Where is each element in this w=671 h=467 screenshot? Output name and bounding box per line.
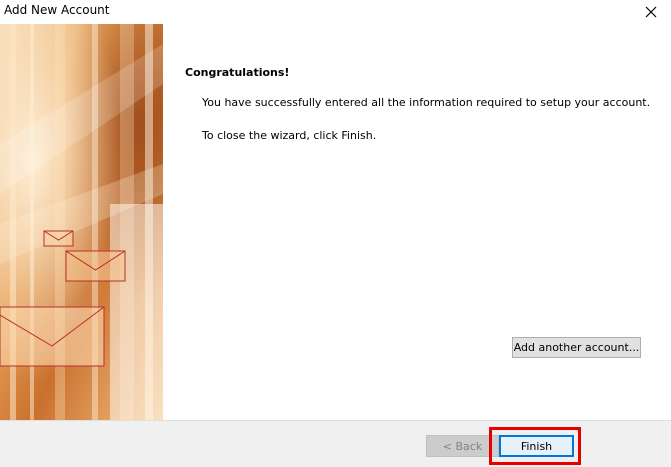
wizard-banner-image xyxy=(0,24,163,420)
add-another-account-button[interactable]: Add another account... xyxy=(512,337,641,358)
close-icon xyxy=(645,6,657,18)
close-instruction: To close the wizard, click Finish. xyxy=(202,129,377,142)
success-message: You have successfully entered all the in… xyxy=(202,96,651,109)
title-bar: Add New Account xyxy=(0,0,671,24)
close-button[interactable] xyxy=(641,2,661,22)
mail-envelopes-banner xyxy=(0,24,163,420)
window-title: Add New Account xyxy=(4,3,110,17)
wizard-content: Congratulations! You have successfully e… xyxy=(163,24,671,420)
wizard-footer: < Back Finish xyxy=(0,420,671,467)
finish-button[interactable]: Finish xyxy=(499,435,574,457)
add-account-dialog: Add New Account Congratulations! You hav… xyxy=(0,0,671,467)
congratulations-heading: Congratulations! xyxy=(185,66,290,79)
